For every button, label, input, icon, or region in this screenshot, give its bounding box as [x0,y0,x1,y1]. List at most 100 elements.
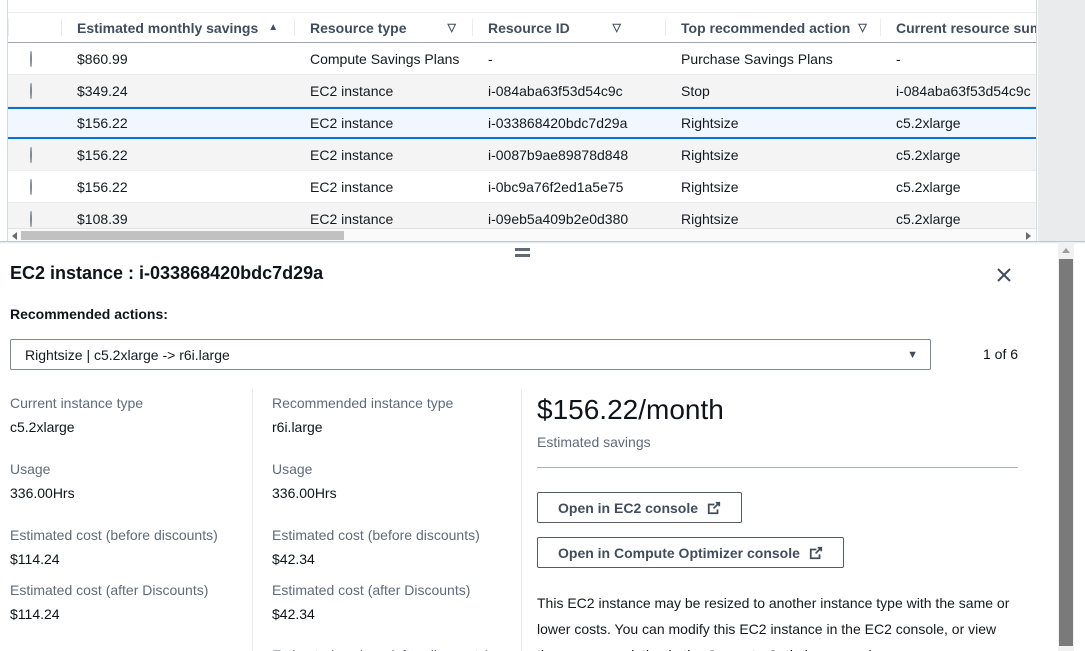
cell-resource-id: i-0087b9ae89878d848 [472,147,665,163]
row-radio-button[interactable] [30,83,32,99]
cell-action: Rightsize [665,179,880,195]
column-label: Estimated monthly savings [77,20,258,36]
cell-summary: c5.2xlarge [880,211,1036,227]
cell-resource-id: i-09eb5a409b2e0d380 [472,211,665,227]
cell-action: Purchase Savings Plans [665,51,880,67]
cell-resource-type: EC2 instance [294,147,472,163]
cell-resource-id: i-0bc9a76f2ed1a5e75 [472,179,665,195]
horizontal-scrollbar-thumb[interactable] [21,231,344,240]
table-row[interactable]: $156.22 EC2 instance i-0087b9ae89878d848… [8,139,1036,171]
column-label: Resource type [310,20,406,36]
field-label: Estimated cost (before discounts) [272,525,510,545]
select-column-header [8,13,61,42]
scroll-left-arrow-icon[interactable] [12,232,17,240]
recommendations-table: Estimated monthly savings ▲ Resource typ… [7,0,1037,241]
vertical-scrollbar-thumb[interactable] [1059,259,1073,646]
cell-resource-id: i-033868420bdc7d29a [472,115,665,131]
column-divider [252,389,253,651]
page-background-gutter [1038,0,1085,241]
field-value: 336.00Hrs [272,483,510,503]
cell-resource-type: Compute Savings Plans [294,51,472,67]
cell-resource-type: EC2 instance [294,83,472,99]
filter-icon[interactable]: ▽ [858,21,866,34]
recommended-action-select[interactable]: Rightsize | c5.2xlarge -> r6i.large ▼ [10,339,931,370]
cell-resource-id: - [472,51,665,67]
table-row[interactable]: $349.24 EC2 instance i-084aba63f53d54c9c… [8,75,1036,107]
horizontal-scrollbar[interactable] [8,228,1037,241]
field-label: Estimated cost (after Discounts) [272,580,510,600]
field-value: $114.24 [10,549,242,569]
field-label-clipped: Estimated savings (after discounts) [272,645,510,651]
row-radio-button[interactable] [30,211,32,227]
field-value: $42.34 [272,549,510,569]
open-in-ec2-console-button[interactable]: Open in EC2 console [537,492,742,523]
cell-summary: c5.2xlarge [880,179,1036,195]
column-header-top-recommended-action[interactable]: Top recommended action ▽ [665,13,880,42]
button-label: Open in EC2 console [558,500,698,516]
scroll-right-arrow-icon[interactable] [1026,232,1031,240]
field-label: Recommended instance type [272,393,510,413]
recommended-actions-label: Recommended actions: [10,306,168,322]
table-header-row: Estimated monthly savings ▲ Resource typ… [8,13,1036,43]
cell-action: Rightsize [665,115,880,131]
cell-resource-type: EC2 instance [294,211,472,227]
button-label: Open in Compute Optimizer console [558,545,800,561]
cell-action: Rightsize [665,211,880,227]
field-value: r6i.large [272,417,510,437]
field-value: $114.24 [10,604,242,624]
table-row[interactable]: $156.22 EC2 instance i-0bc9a76f2ed1a5e75… [8,171,1036,203]
cell-summary: - [880,51,1036,67]
cell-summary: i-084aba63f53d54c9c [880,83,1036,99]
field-label: Usage [272,459,510,479]
column-header-resource-id[interactable]: Resource ID ▽ [472,13,665,42]
sort-ascending-icon[interactable]: ▲ [268,22,278,33]
column-header-current-resource-summary[interactable]: Current resource summary [880,13,1036,42]
cell-resource-type: EC2 instance [294,115,472,131]
close-icon[interactable] [994,265,1014,285]
cell-savings: $156.22 [61,147,294,163]
field-value: c5.2xlarge [10,417,242,437]
field-label: Estimated cost (after Discounts) [10,580,242,600]
split-panel: EC2 instance : i-033868420bdc7d29a Recom… [0,241,1085,651]
scroll-up-arrow-icon[interactable] [1062,248,1070,253]
table-row-selected[interactable]: $156.22 EC2 instance i-033868420bdc7d29a… [8,107,1036,139]
row-radio-button[interactable] [30,147,32,163]
row-radio-button[interactable] [30,179,32,195]
field-value: $42.34 [272,604,510,624]
column-header-resource-type[interactable]: Resource type ▽ [294,13,472,42]
vertical-scrollbar[interactable] [1058,242,1074,651]
row-radio-button[interactable] [30,51,32,67]
table-row[interactable]: $860.99 Compute Savings Plans - Purchase… [8,43,1036,75]
cell-action: Rightsize [665,147,880,163]
table-top-strip [8,0,1036,13]
cell-action: Stop [665,83,880,99]
recommended-instance-column: Recommended instance type r6i.large Usag… [272,393,510,651]
cell-summary: c5.2xlarge [880,147,1036,163]
filter-icon[interactable]: ▽ [613,21,621,34]
pagination-indicator: 1 of 6 [983,346,1018,362]
split-panel-resize-handle-icon[interactable] [515,248,530,260]
field-value: 336.00Hrs [10,483,242,503]
cell-savings: $349.24 [61,83,294,99]
filter-icon[interactable]: ▽ [448,21,456,34]
column-divider [521,389,522,651]
cell-summary: c5.2xlarge [880,115,1036,131]
external-link-icon [809,546,823,560]
cell-savings: $156.22 [61,115,294,131]
column-label: Resource ID [488,20,570,36]
estimated-savings-caption: Estimated savings [537,432,1018,452]
selected-action-value: Rightsize | c5.2xlarge -> r6i.large [25,347,230,363]
cell-resource-id: i-084aba63f53d54c9c [472,83,665,99]
open-in-compute-optimizer-console-button[interactable]: Open in Compute Optimizer console [537,537,844,568]
cell-savings: $156.22 [61,179,294,195]
divider [537,467,1018,468]
chevron-down-icon: ▼ [907,349,918,361]
savings-summary-column: $156.22/month Estimated savings Open in … [537,393,1018,651]
field-label: Current instance type [10,393,242,413]
current-instance-column: Current instance type c5.2xlarge Usage 3… [10,393,242,646]
column-label: Top recommended action [681,20,850,36]
column-header-estimated-monthly-savings[interactable]: Estimated monthly savings ▲ [61,13,294,42]
field-label: Estimated cost (before discounts) [10,525,242,545]
estimated-savings-amount: $156.22/month [537,393,1018,427]
column-label: Current resource summary [896,20,1036,36]
